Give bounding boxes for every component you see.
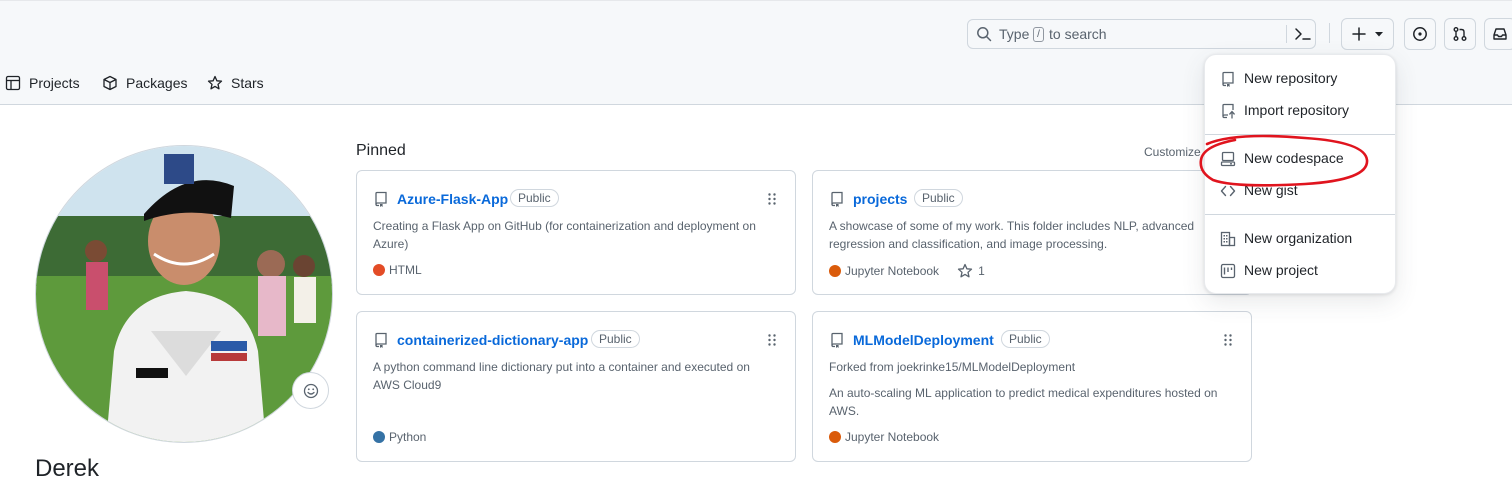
language-color-dot xyxy=(373,431,385,443)
menu-item-new-project[interactable]: New project xyxy=(1205,255,1395,287)
menu-item-new-codespace[interactable]: New codespace xyxy=(1205,143,1395,175)
repo-meta: HTML xyxy=(373,263,422,277)
visibility-badge: Public xyxy=(591,330,640,348)
star-icon xyxy=(957,263,973,278)
nav-item-stars[interactable]: Stars xyxy=(207,75,264,91)
repo-language: Jupyter Notebook xyxy=(845,430,940,444)
menu-item-import-repository[interactable]: Import repository xyxy=(1205,95,1395,127)
pull-requests-button[interactable] xyxy=(1444,18,1476,50)
header-divider xyxy=(1329,23,1330,43)
set-status-button[interactable] xyxy=(292,372,329,409)
grabber-icon[interactable] xyxy=(767,333,777,347)
pinned-repo-card: MLModelDeployment Public Forked from joe… xyxy=(812,311,1252,462)
language-color-dot xyxy=(829,265,841,277)
nav-item-label: Stars xyxy=(231,75,264,91)
search-input[interactable]: Type / to search xyxy=(967,19,1316,49)
command-palette-icon[interactable] xyxy=(1293,25,1313,43)
smiley-icon xyxy=(303,383,318,398)
issues-button[interactable] xyxy=(1404,18,1436,50)
menu-item-label: Import repository xyxy=(1244,102,1350,118)
nav-item-label: Packages xyxy=(126,75,188,91)
repo-language: HTML xyxy=(389,263,422,277)
repo-description: A showcase of some of my work. This fold… xyxy=(829,219,1195,251)
create-new-menu: New repository Import repository New cod… xyxy=(1204,54,1396,294)
nav-item-packages[interactable]: Packages xyxy=(102,75,187,91)
repo-push-icon xyxy=(1222,103,1235,119)
repo-meta: Jupyter Notebook 1 xyxy=(829,263,985,279)
search-divider xyxy=(1286,25,1287,43)
inbox-button[interactable] xyxy=(1484,18,1512,50)
repo-description: Creating a Flask App on GitHub (for cont… xyxy=(373,219,756,251)
repo-description: A python command line dictionary put int… xyxy=(373,360,750,392)
repo-name-link[interactable]: Azure-Flask-App xyxy=(397,191,508,207)
repo-icon xyxy=(375,191,387,207)
visibility-badge: Public xyxy=(914,189,963,207)
repo-meta: Python xyxy=(373,430,426,444)
menu-item-new-organization[interactable]: New organization xyxy=(1205,223,1395,255)
menu-divider xyxy=(1205,214,1395,215)
repo-icon xyxy=(831,332,843,348)
pinned-repo-card: projects Public A showcase of some of my… xyxy=(812,170,1252,295)
star-icon xyxy=(207,75,223,90)
issue-opened-icon xyxy=(1413,27,1427,41)
repo-description: An auto-scaling ML application to predic… xyxy=(829,386,1218,418)
visibility-badge: Public xyxy=(510,189,559,207)
project-icon xyxy=(1220,263,1236,279)
language-color-dot xyxy=(373,264,385,276)
profile-avatar[interactable] xyxy=(35,145,333,443)
inbox-icon xyxy=(1493,28,1507,40)
menu-item-label: New codespace xyxy=(1244,150,1344,166)
search-placeholder-after: to search xyxy=(1049,26,1107,42)
pinned-repo-card: Azure-Flask-App Public Creating a Flask … xyxy=(356,170,796,295)
repo-star-count: 1 xyxy=(978,264,985,278)
header-top-border xyxy=(0,0,1512,1)
repo-language: Jupyter Notebook xyxy=(845,264,940,278)
repo-name-link[interactable]: containerized-dictionary-app xyxy=(397,332,588,348)
repo-icon xyxy=(375,332,387,348)
repo-name-link[interactable]: MLModelDeployment xyxy=(853,332,994,348)
language-color-dot xyxy=(829,431,841,443)
codespaces-icon xyxy=(1220,151,1236,167)
organization-icon xyxy=(1220,231,1236,247)
menu-item-label: New project xyxy=(1244,262,1318,278)
search-placeholder-before: Type xyxy=(999,26,1030,42)
menu-item-new-repository[interactable]: New repository xyxy=(1205,63,1395,95)
customize-pins-link[interactable]: Customize xyxy=(1144,145,1201,159)
avatar-photo xyxy=(36,146,332,442)
menu-item-new-gist[interactable]: New gist xyxy=(1205,175,1395,207)
repo-language: Python xyxy=(389,430,427,444)
menu-item-label: New organization xyxy=(1244,230,1353,246)
repo-stars-link[interactable]: 1 xyxy=(957,263,985,279)
triangle-down-icon xyxy=(1374,32,1383,37)
grabber-icon[interactable] xyxy=(1223,333,1233,347)
package-icon xyxy=(103,75,117,91)
nav-item-projects[interactable]: Projects xyxy=(5,75,80,91)
repo-meta: Jupyter Notebook xyxy=(829,430,939,444)
create-new-button[interactable] xyxy=(1341,18,1394,50)
repo-icon xyxy=(831,191,843,207)
repo-icon xyxy=(1222,71,1234,87)
visibility-badge: Public xyxy=(1001,330,1050,348)
menu-item-label: New repository xyxy=(1244,70,1338,86)
profile-name: Derek xyxy=(35,455,100,482)
menu-divider xyxy=(1205,134,1395,135)
table-icon xyxy=(5,75,21,91)
pinned-repo-card: containerized-dictionary-app Public A py… xyxy=(356,311,796,462)
grabber-icon[interactable] xyxy=(767,192,777,206)
search-icon xyxy=(977,27,992,42)
repo-forked-from[interactable]: Forked from joekrinke15/MLModelDeploymen… xyxy=(829,358,1229,376)
menu-item-label: New gist xyxy=(1244,182,1298,198)
pinned-heading: Pinned xyxy=(356,142,406,159)
nav-item-label: Projects xyxy=(29,75,80,91)
plus-icon xyxy=(1351,27,1366,41)
git-pull-request-icon xyxy=(1453,27,1467,41)
search-shortcut-key: / xyxy=(1033,27,1044,42)
code-icon xyxy=(1220,185,1236,197)
repo-name-link[interactable]: projects xyxy=(853,191,907,207)
